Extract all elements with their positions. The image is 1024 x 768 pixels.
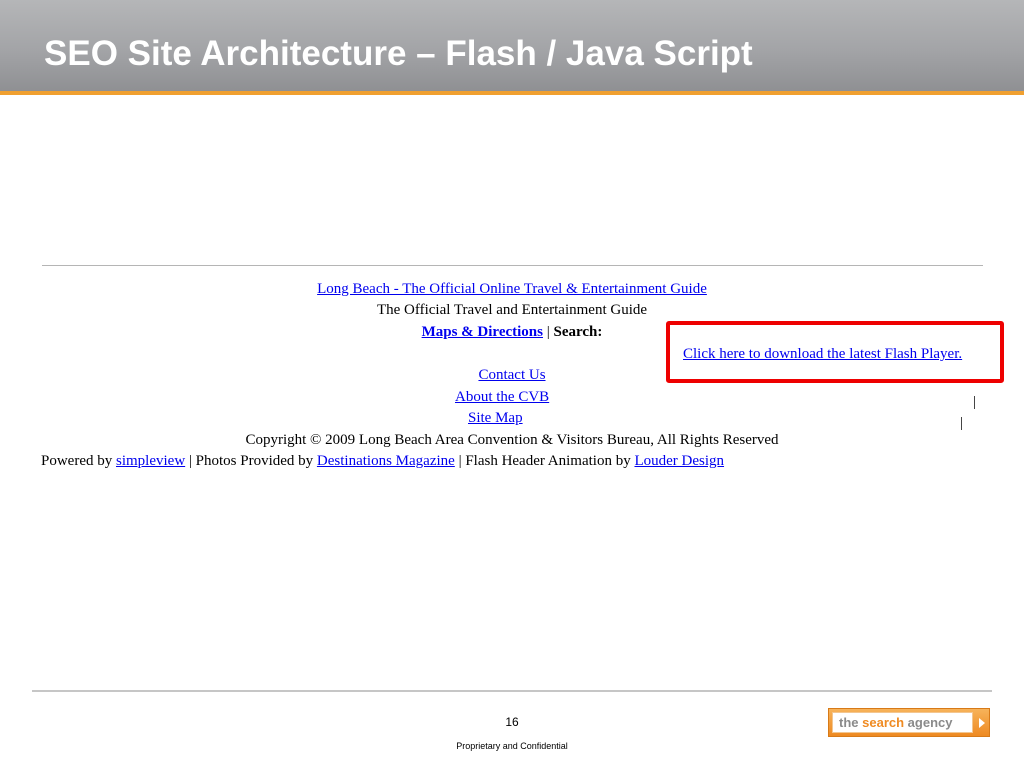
about-row: About the CVB bbox=[455, 388, 549, 406]
title-link-row: Long Beach - The Official Online Travel … bbox=[0, 280, 1024, 298]
photos-label: | Photos Provided by bbox=[188, 453, 314, 469]
search-label: Search: bbox=[553, 324, 603, 340]
search-agency-logo: the search agency bbox=[828, 708, 990, 737]
header-accent-rule bbox=[0, 91, 1024, 95]
copyright-text: Copyright © 2009 Long Beach Area Convent… bbox=[245, 432, 779, 448]
logo-word-agency: agency bbox=[907, 715, 953, 730]
confidential-notice: Proprietary and Confidential bbox=[456, 741, 568, 751]
louder-design-link[interactable]: Louder Design bbox=[634, 453, 724, 469]
site-subtitle: The Official Travel and Entertainment Gu… bbox=[376, 302, 648, 318]
footer-divider bbox=[32, 690, 992, 692]
site-title-link[interactable]: Long Beach - The Official Online Travel … bbox=[317, 281, 707, 297]
flash-header-label: | Flash Header Animation by bbox=[458, 453, 631, 469]
maps-directions-link[interactable]: Maps & Directions bbox=[422, 324, 543, 340]
site-map-link[interactable]: Site Map bbox=[468, 410, 523, 426]
logo-word-the: the bbox=[839, 715, 859, 730]
sitemap-row: Site Map bbox=[468, 409, 523, 427]
separator: | bbox=[546, 324, 550, 340]
simpleview-link[interactable]: simpleview bbox=[116, 453, 185, 469]
logo-word-search: search bbox=[862, 715, 905, 730]
slide-title: SEO Site Architecture – Flash / Java Scr… bbox=[44, 34, 753, 73]
contact-us-link[interactable]: Contact Us bbox=[478, 367, 545, 383]
logo-wordmark: the search agency bbox=[832, 712, 973, 733]
powered-by-label: Powered by bbox=[41, 453, 113, 469]
page-top-divider bbox=[42, 265, 983, 266]
stray-separator-1: | bbox=[973, 394, 977, 410]
logo-arrow-icon bbox=[979, 718, 985, 728]
destinations-magazine-link[interactable]: Destinations Magazine bbox=[317, 453, 455, 469]
powered-by-row: Powered by simpleview | Photos Provided … bbox=[41, 452, 724, 470]
about-cvb-link[interactable]: About the CVB bbox=[455, 389, 549, 405]
stray-separator-2: | bbox=[960, 415, 964, 431]
highlight-box bbox=[666, 321, 1004, 383]
